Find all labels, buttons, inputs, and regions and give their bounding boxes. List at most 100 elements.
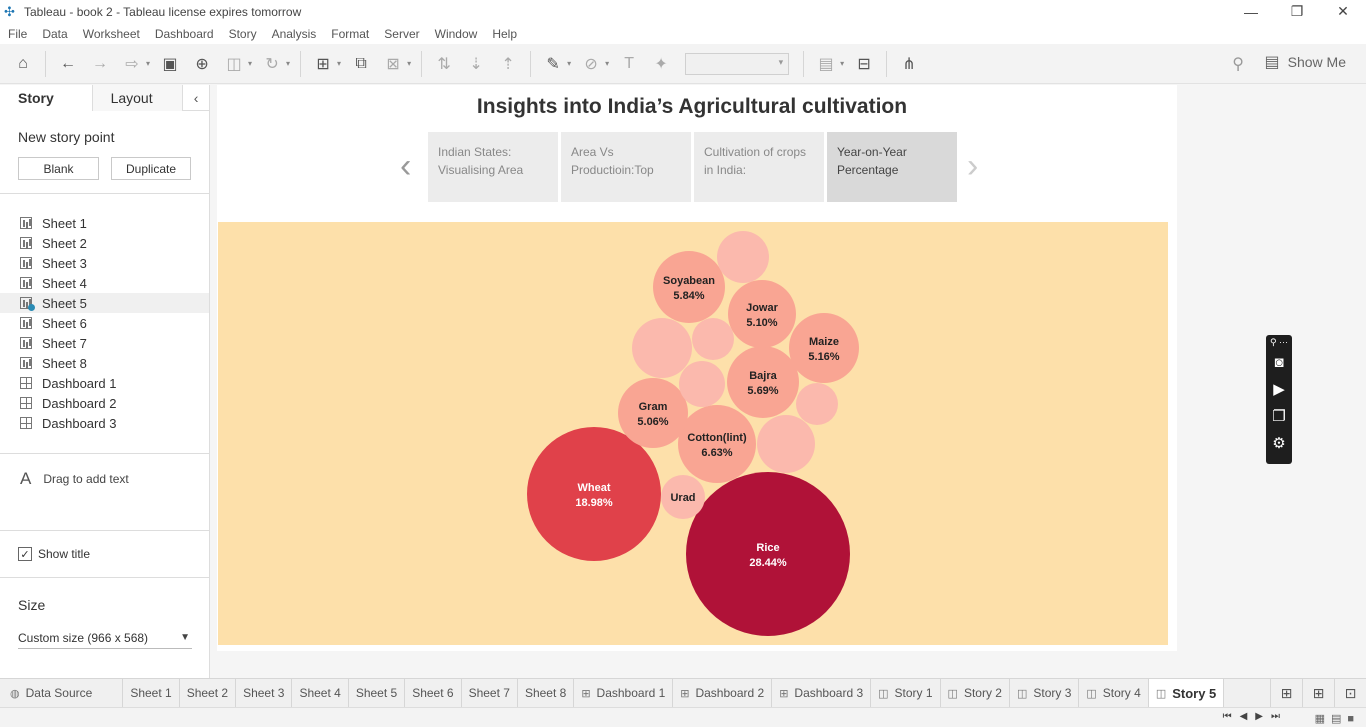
tab-data-source[interactable]: ◍ Data Source — [0, 679, 124, 707]
bubble-circle[interactable] — [728, 280, 796, 348]
tab-sheet-6[interactable]: Sheet 6 — [405, 679, 462, 707]
pause-updates-icon[interactable]: ◫ — [221, 50, 247, 78]
menu-format[interactable]: Format — [331, 27, 369, 41]
share-icon[interactable]: ⋔ — [896, 50, 922, 78]
tab-story-4[interactable]: ◫ Story 4 — [1079, 679, 1149, 707]
tab-sheet-8[interactable]: Sheet 8 — [518, 679, 575, 707]
tab-dashboard-3[interactable]: ⊞ Dashboard 3 — [772, 679, 872, 707]
tab-story-5[interactable]: ◫ Story 5 — [1148, 679, 1225, 707]
bubble-circle[interactable] — [618, 378, 688, 448]
replay-dropdown-icon[interactable]: ▾ — [146, 59, 150, 68]
menu-worksheet[interactable]: Worksheet — [83, 27, 140, 41]
new-worksheet-icon[interactable]: ⊞ — [310, 50, 336, 78]
duplicate-sheet-icon[interactable]: ⧉ — [348, 50, 374, 78]
swap-axes-icon[interactable]: ⇅ — [431, 50, 457, 78]
home-icon[interactable]: ⌂ — [10, 50, 36, 78]
bubble-circle[interactable] — [789, 313, 859, 383]
story-point-4[interactable]: Year-on-Year Percentage — [827, 132, 957, 202]
bubble[interactable] — [796, 383, 838, 425]
bubble-circle[interactable] — [632, 318, 692, 378]
sheet-item-2[interactable]: Sheet 2 — [0, 233, 209, 253]
new-story-icon[interactable]: ⊡ — [1334, 679, 1366, 707]
new-worksheet-icon[interactable]: ⊞ — [1270, 679, 1302, 707]
tab-story-1[interactable]: ◫ Story 1 — [871, 679, 941, 707]
more-options-icon[interactable]: ⚲ ··· — [1270, 335, 1288, 349]
refresh-dropdown-icon[interactable]: ▾ — [286, 59, 290, 68]
new-worksheet-dropdown-icon[interactable]: ▾ — [337, 59, 341, 68]
show-labels-icon[interactable]: T — [616, 50, 642, 78]
sheet-navigation-icon[interactable]: ⏮◀▶⏭ — [1223, 711, 1288, 722]
pause-dropdown-icon[interactable]: ▾ — [248, 59, 252, 68]
tab-sheet-3[interactable]: Sheet 3 — [236, 679, 293, 707]
bubble-circle[interactable] — [678, 405, 756, 483]
fix-axes-icon[interactable]: ✦ — [648, 50, 674, 78]
drag-to-add-text[interactable]: A Drag to add text — [20, 469, 129, 489]
bubble-circle[interactable] — [692, 318, 734, 360]
collapse-pane-icon[interactable]: ‹ — [183, 85, 209, 111]
story-point-2[interactable]: Area Vs Productioin:Top — [561, 132, 691, 202]
menu-file[interactable]: File — [8, 27, 27, 41]
dashboard-item-2[interactable]: Dashboard 2 — [0, 393, 209, 413]
bubble-circle[interactable] — [796, 383, 838, 425]
menu-help[interactable]: Help — [492, 27, 517, 41]
redo-icon[interactable]: → — [87, 50, 113, 78]
bubble-circle[interactable] — [527, 427, 661, 561]
bubble[interactable] — [757, 415, 815, 473]
replay-icon[interactable]: ⇨ — [119, 50, 145, 78]
story-point-3[interactable]: Cultivation of crops in India: — [694, 132, 824, 202]
dashboard-item-1[interactable]: Dashboard 1 — [0, 373, 209, 393]
tab-sheet-5[interactable]: Sheet 5 — [349, 679, 406, 707]
tab-story-2[interactable]: ◫ Story 2 — [941, 679, 1010, 707]
bubble[interactable] — [679, 361, 725, 407]
format-painter-icon[interactable]: ⚲ — [1232, 54, 1244, 74]
bubble[interactable]: Wheat 18.98% — [527, 427, 661, 561]
tab-dashboard-2[interactable]: ⊞ Dashboard 2 — [673, 679, 773, 707]
windows-icon[interactable]: ❐ — [1272, 403, 1285, 430]
bubble-circle[interactable] — [727, 346, 799, 418]
story-point-1[interactable]: Indian States: Visualising Area — [428, 132, 558, 202]
blank-button[interactable]: Blank — [18, 157, 99, 180]
bubble[interactable] — [632, 318, 692, 378]
camera-icon[interactable]: ◙ — [1274, 349, 1283, 376]
tab-sheet-7[interactable]: Sheet 7 — [462, 679, 518, 707]
highlight-icon[interactable]: ✎ — [540, 50, 566, 78]
tab-story[interactable]: Story — [0, 85, 92, 111]
bubble-circle[interactable] — [757, 415, 815, 473]
bubble[interactable]: Cotton(lint) 6.63% — [678, 405, 756, 483]
gear-icon[interactable]: ⚙ — [1272, 430, 1285, 457]
menu-data[interactable]: Data — [42, 27, 67, 41]
new-dashboard-icon[interactable]: ⊞ — [1302, 679, 1334, 707]
minimize-icon[interactable]: — — [1228, 0, 1274, 23]
bubble[interactable]: Soyabean 5.84% — [653, 251, 725, 323]
duplicate-button[interactable]: Duplicate — [111, 157, 191, 180]
bubble[interactable] — [692, 318, 734, 360]
sort-descending-icon[interactable]: ⇡ — [495, 50, 521, 78]
refresh-icon[interactable]: ↻ — [259, 50, 285, 78]
sheet-item-6[interactable]: Sheet 6 — [0, 313, 209, 333]
tab-dashboard-1[interactable]: ⊞ Dashboard 1 — [574, 679, 674, 707]
bubble[interactable] — [717, 231, 769, 283]
show-title-checkbox[interactable]: ✓ Show title — [18, 547, 90, 561]
bubble[interactable]: Rice 28.44% — [686, 472, 850, 636]
previous-story-point-icon[interactable]: ‹ — [400, 147, 411, 186]
undo-icon[interactable]: ← — [55, 50, 81, 78]
menu-analysis[interactable]: Analysis — [272, 27, 317, 41]
sheet-item-8[interactable]: Sheet 8 — [0, 353, 209, 373]
fit-dropdown[interactable] — [685, 52, 790, 75]
bubble-circle[interactable] — [717, 231, 769, 283]
presentation-mode-icon[interactable]: ⊟ — [851, 50, 877, 78]
tab-sheet-2[interactable]: Sheet 2 — [180, 679, 237, 707]
menu-window[interactable]: Window — [435, 27, 478, 41]
dashboard-item-3[interactable]: Dashboard 3 — [0, 413, 209, 433]
close-icon[interactable]: ✕ — [1320, 0, 1366, 23]
bubble-circle[interactable] — [686, 472, 850, 636]
save-icon[interactable]: ▣ — [157, 50, 183, 78]
bubble[interactable]: Maize 5.16% — [789, 313, 859, 383]
bubble-circle[interactable] — [653, 251, 725, 323]
clear-sheet-icon[interactable]: ⊠ — [380, 50, 406, 78]
restore-icon[interactable]: ❐ — [1274, 0, 1320, 23]
sort-ascending-icon[interactable]: ⇣ — [463, 50, 489, 78]
clear-dropdown-icon[interactable]: ▾ — [407, 59, 411, 68]
tab-sheet-1[interactable]: Sheet 1 — [123, 679, 180, 707]
bubble[interactable]: Gram 5.06% — [618, 378, 688, 448]
